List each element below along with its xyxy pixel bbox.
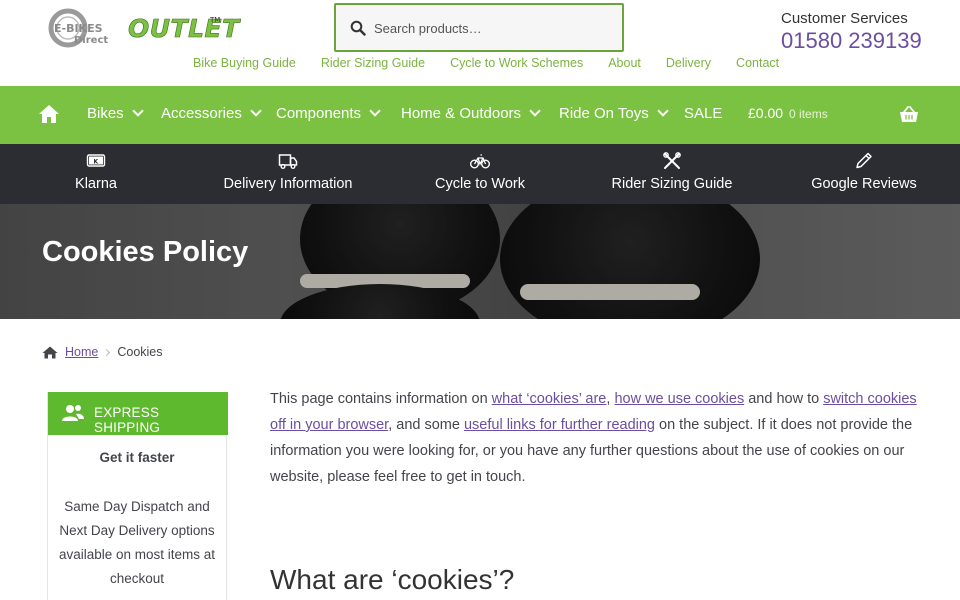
express-shipping-title: EXPRESS SHIPPING [94,405,161,435]
pencil-icon [856,152,872,169]
info-item-label: Delivery Information [223,176,353,192]
cart-summary[interactable]: £0.00 0 items [748,105,828,121]
express-shipping-widget: EXPRESS SHIPPING Get it faster Same Day … [47,392,228,600]
link-bike-buying-guide[interactable]: Bike Buying Guide [193,56,296,70]
info-item-label: Klarna [75,176,117,192]
nav-item-label: SALE [684,105,723,122]
intro-text: and how to [744,391,824,407]
info-item-label: Google Reviews [811,176,917,192]
nav-item-components[interactable]: Components [276,105,381,122]
info-item-label: Rider Sizing Guide [611,176,733,192]
chevron-down-icon [529,105,541,117]
chevron-down-icon [369,105,381,117]
bicycle-icon [470,154,490,169]
info-item-delivery[interactable]: Delivery Information [192,144,384,204]
express-shipping-header: EXPRESS SHIPPING [48,392,228,435]
customer-services-phone[interactable]: 01580 239139 [781,28,922,54]
nav-item-accessories[interactable]: Accessories [161,105,262,122]
tools-icon [663,152,681,169]
nav-item-label: Components [276,105,362,122]
breadcrumb-current: Cookies [117,345,163,359]
breadcrumb: Home Cookies [42,345,163,359]
nav-item-bikes[interactable]: Bikes [87,105,144,122]
express-shipping-subtitle: Get it faster [99,450,175,465]
site-header: E-BIKES Direct OUTLET TM Customer Servic… [0,0,960,86]
info-item-cycle-to-work[interactable]: Cycle to Work [384,144,576,204]
logo-outlet-text: OUTLET [128,14,240,44]
site-logo[interactable]: E-BIKES Direct OUTLET TM [48,8,239,50]
svg-text:E-BIKES: E-BIKES [54,22,103,35]
breadcrumb-home-link[interactable]: Home [65,345,98,359]
link-cycle-to-work-schemes[interactable]: Cycle to Work Schemes [450,56,583,70]
nav-item-label: Home & Outdoors [401,105,522,122]
page-hero: Cookies Policy [0,204,960,319]
klarna-card-icon: K [86,154,106,167]
nav-item-label: Bikes [87,105,124,122]
svg-text:Direct: Direct [74,35,108,46]
header-top-links: Bike Buying Guide Rider Sizing Guide Cyc… [193,56,804,70]
basket-icon[interactable] [899,106,919,123]
info-item-label: Cycle to Work [435,176,525,192]
nav-item-sale[interactable]: SALE [684,105,722,122]
home-icon[interactable] [38,104,60,124]
link-contact[interactable]: Contact [736,56,779,70]
intro-text: This page contains information on [270,391,492,407]
svg-text:K: K [94,159,99,166]
cart-item-count: 0 items [789,107,828,121]
search-icon[interactable] [350,20,366,36]
link-rider-sizing-guide[interactable]: Rider Sizing Guide [321,56,425,70]
nav-item-home-outdoors[interactable]: Home & Outdoors [401,105,541,122]
link-what-cookies-are[interactable]: what ‘cookies’ are [492,391,607,407]
cart-total: £0.00 [748,105,784,121]
product-search[interactable] [334,3,624,52]
users-icon [62,405,84,421]
info-bar: K Klarna Delivery Information Cycle to W… [0,144,960,204]
nav-item-label: Ride On Toys [559,105,649,122]
policy-intro-paragraph: This page contains information on what ‘… [270,386,920,490]
customer-services-label: Customer Services [781,10,908,27]
express-shipping-body: Same Day Dispatch and Next Day Delivery … [58,499,216,586]
page-title: Cookies Policy [42,236,249,268]
search-input[interactable] [374,18,614,38]
info-item-google-reviews[interactable]: Google Reviews [768,144,960,204]
section-heading: What are ‘cookies’? [270,564,515,595]
link-how-we-use-cookies[interactable]: how we use cookies [614,391,744,407]
ebikes-direct-logo-icon: E-BIKES Direct [48,8,108,48]
home-icon [42,346,58,358]
link-about[interactable]: About [608,56,641,70]
info-item-klarna[interactable]: K Klarna [0,144,192,204]
nav-item-ride-on-toys[interactable]: Ride On Toys [559,105,669,122]
nav-item-label: Accessories [161,105,242,122]
truck-icon [278,154,298,169]
link-further-reading[interactable]: useful links for further reading [464,417,655,433]
logo-trademark: TM [210,16,221,24]
chevron-down-icon [250,105,262,117]
primary-navigation: Bikes Accessories Components Home & Outd… [0,86,960,144]
link-delivery[interactable]: Delivery [666,56,711,70]
intro-text: , and some [388,417,464,433]
breadcrumb-separator-icon [103,348,111,356]
chevron-down-icon [657,105,669,117]
chevron-down-icon [132,105,144,117]
info-item-rider-sizing-guide[interactable]: Rider Sizing Guide [576,144,768,204]
